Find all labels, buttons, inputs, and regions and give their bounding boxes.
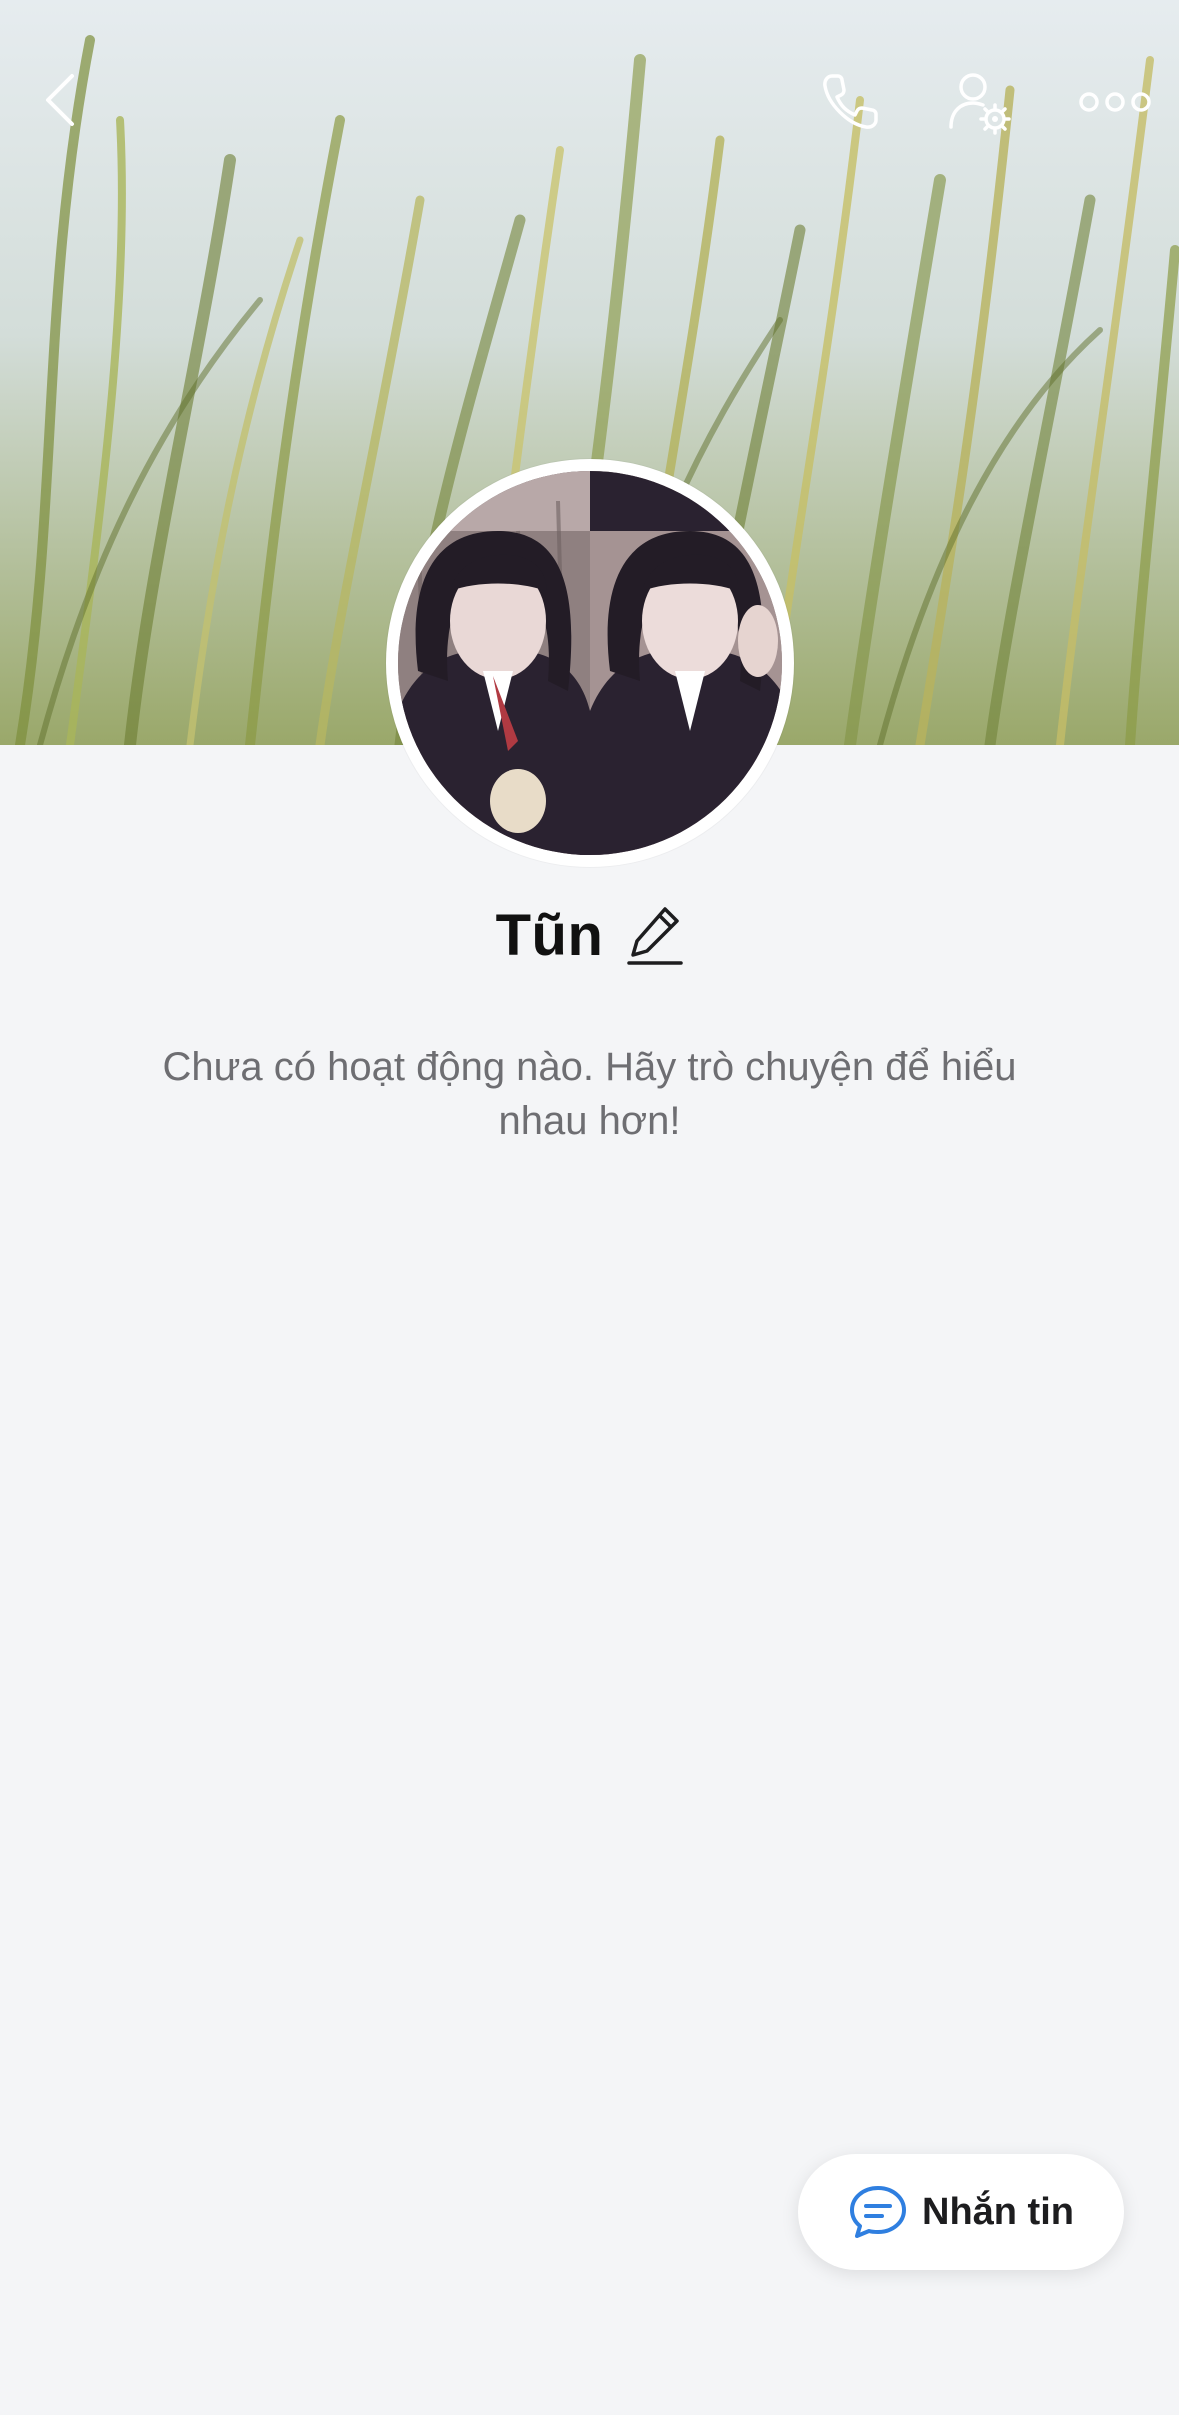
profile-name-row: Tũn: [0, 890, 1179, 980]
back-button[interactable]: [30, 60, 90, 140]
more-button[interactable]: [1070, 62, 1160, 142]
send-message-label: Nhắn tin: [922, 2190, 1074, 2233]
top-bar: [0, 0, 1179, 210]
chevron-left-icon: [46, 74, 74, 126]
send-message-button[interactable]: Nhắn tin: [798, 2154, 1124, 2270]
profile-name: Tũn: [495, 902, 604, 968]
edit-name-button[interactable]: [627, 903, 684, 967]
more-dots-icon: [1079, 92, 1151, 112]
avatar[interactable]: [386, 459, 794, 867]
profile-settings-button[interactable]: [940, 62, 1020, 142]
empty-activity-message: Chưa có hoạt động nào. Hãy trò chuyện để…: [162, 1045, 1017, 1143]
call-button[interactable]: [810, 62, 890, 142]
pencil-icon: [627, 907, 684, 965]
chat-bubble-icon: [850, 2186, 906, 2238]
user-gear-icon: [949, 73, 1011, 135]
phone-icon: [823, 74, 878, 129]
avatar-image: [398, 471, 782, 855]
